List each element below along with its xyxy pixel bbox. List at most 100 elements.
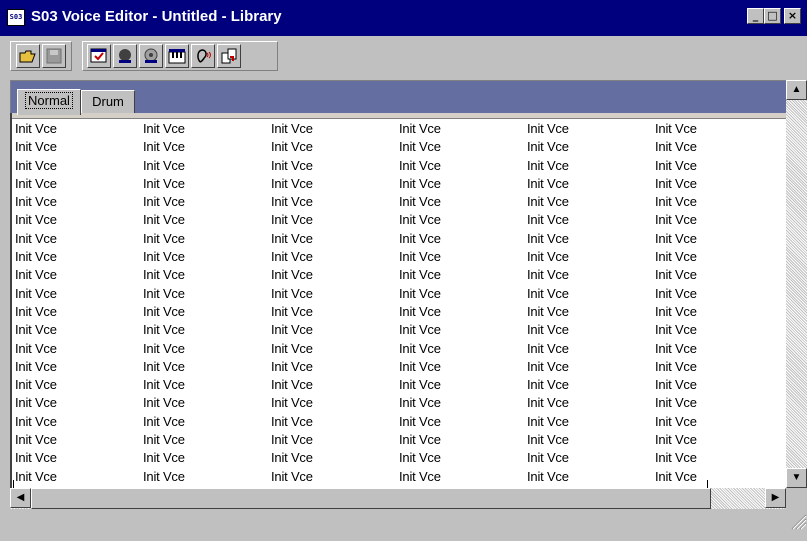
voice-item[interactable]: Init Vce	[271, 248, 399, 266]
voice-item[interactable]: Init Vce	[143, 413, 271, 431]
save-button[interactable]	[42, 44, 66, 68]
voice-item[interactable]: Init Vce	[399, 431, 527, 449]
voice-library-list[interactable]: Init Vce Init Vce Init Vce Init Vce Init Vce…	[10, 113, 786, 488]
maximize-button[interactable]: □	[764, 8, 781, 24]
voice-item[interactable]: Init Vce	[271, 120, 399, 138]
edit-button[interactable]	[87, 44, 111, 68]
minimize-button[interactable]: _	[747, 8, 764, 24]
voice-item[interactable]: Init Vce	[527, 431, 655, 449]
tab-normal[interactable]: Normal	[17, 89, 81, 115]
voice-item[interactable]: Init Vce	[655, 449, 783, 467]
voice-item[interactable]: Init Vce	[15, 394, 143, 412]
voice-item[interactable]: Init Vce	[527, 138, 655, 156]
voice-item[interactable]: Init Vce	[655, 248, 783, 266]
voice-item[interactable]: Init Vce	[655, 266, 783, 284]
keyboard-button[interactable]	[165, 44, 189, 68]
voice-item[interactable]: Init Vce	[143, 358, 271, 376]
voice-item[interactable]: Init Vce	[143, 340, 271, 358]
voice-item[interactable]: Init Vce	[655, 468, 783, 486]
voice-item[interactable]: Init Vce	[271, 340, 399, 358]
voice-item[interactable]: Init Vce	[271, 285, 399, 303]
voice-item[interactable]: Init Vce	[143, 230, 271, 248]
voice-item[interactable]: Init Vce	[527, 321, 655, 339]
voice-item[interactable]: Init Vce	[527, 449, 655, 467]
voice-item[interactable]: Init Vce	[655, 175, 783, 193]
voice-item[interactable]: Init Vce	[399, 157, 527, 175]
voice-item[interactable]: Init Vce	[271, 193, 399, 211]
voice-item[interactable]: Init Vce	[143, 394, 271, 412]
voice-item[interactable]: Init Vce	[143, 193, 271, 211]
voice-item[interactable]: Init Vce	[143, 285, 271, 303]
voice-item[interactable]: Init Vce	[399, 413, 527, 431]
voice-item[interactable]: Init Vce	[143, 303, 271, 321]
title-bar[interactable]: S03 S03 Voice Editor - Untitled - Librar…	[0, 0, 807, 36]
voice-item[interactable]: Init Vce	[143, 266, 271, 284]
audition-button[interactable]	[191, 44, 215, 68]
voice-item[interactable]: Init Vce	[655, 376, 783, 394]
voice-item[interactable]: Init Vce	[655, 340, 783, 358]
scroll-up-button[interactable]: ▲	[786, 80, 807, 100]
voice-item[interactable]: Init Vce	[271, 230, 399, 248]
voice-item[interactable]: Init Vce	[15, 431, 143, 449]
voice-item[interactable]: Init Vce	[15, 175, 143, 193]
voice-item[interactable]: Init Vce	[143, 138, 271, 156]
voice-item[interactable]: Init Vce	[399, 138, 527, 156]
voice-item[interactable]: Init Vce	[655, 138, 783, 156]
voice-item[interactable]: Init Vce	[15, 138, 143, 156]
transfer-button[interactable]	[217, 44, 241, 68]
voice-item[interactable]: Init Vce	[271, 431, 399, 449]
voice-item[interactable]: Init Vce	[143, 449, 271, 467]
voice-item[interactable]: Init Vce	[527, 303, 655, 321]
voice-item[interactable]: Init Vce	[527, 230, 655, 248]
voice-item[interactable]: Init Vce	[15, 449, 143, 467]
voice-item[interactable]: Init Vce	[271, 157, 399, 175]
voice-item[interactable]: Init Vce	[527, 193, 655, 211]
voice-item[interactable]: Init Vce	[143, 211, 271, 229]
voice-item[interactable]: Init Vce	[271, 468, 399, 486]
voice-item[interactable]: Init Vce	[527, 413, 655, 431]
voice-item[interactable]: Init Vce	[399, 248, 527, 266]
voice-item[interactable]: Init Vce	[527, 248, 655, 266]
voice-item[interactable]: Init Vce	[271, 394, 399, 412]
voice-item[interactable]: Init Vce	[143, 468, 271, 486]
voice-item[interactable]: Init Vce	[655, 303, 783, 321]
voice-item[interactable]: Init Vce	[15, 468, 143, 486]
resize-grip[interactable]	[786, 509, 807, 530]
voice-item[interactable]: Init Vce	[15, 120, 143, 138]
voice-item[interactable]: Init Vce	[15, 340, 143, 358]
voice-item[interactable]: Init Vce	[399, 321, 527, 339]
voice-item[interactable]: Init Vce	[271, 321, 399, 339]
voice-item[interactable]: Init Vce	[655, 120, 783, 138]
voice-item[interactable]: Init Vce	[527, 266, 655, 284]
voice-item[interactable]: Init Vce	[527, 175, 655, 193]
voice-item[interactable]: Init Vce	[399, 120, 527, 138]
voice-item[interactable]: Init Vce	[655, 321, 783, 339]
voice-item[interactable]: Init Vce	[527, 358, 655, 376]
voice-item[interactable]: Init Vce	[15, 266, 143, 284]
voice-item[interactable]: Init Vce	[399, 303, 527, 321]
voice-item[interactable]: Init Vce	[15, 321, 143, 339]
voice-item[interactable]: Init Vce	[271, 413, 399, 431]
voice-item[interactable]: Init Vce	[143, 376, 271, 394]
app-icon[interactable]: S03	[7, 9, 25, 26]
voice-item[interactable]: Init Vce	[399, 211, 527, 229]
voice-item[interactable]: Init Vce	[527, 211, 655, 229]
voice-item[interactable]: Init Vce	[527, 285, 655, 303]
voice-item[interactable]: Init Vce	[15, 157, 143, 175]
voice-item[interactable]: Init Vce	[15, 285, 143, 303]
voice-item[interactable]: Init Vce	[15, 413, 143, 431]
voice-item[interactable]: Init Vce	[399, 266, 527, 284]
voice-item[interactable]: Init Vce	[655, 211, 783, 229]
scroll-down-button[interactable]: ▼	[786, 468, 807, 488]
voice-item[interactable]: Init Vce	[655, 193, 783, 211]
voice-item[interactable]: Init Vce	[399, 358, 527, 376]
voice-item[interactable]: Init Vce	[143, 321, 271, 339]
tab-drum[interactable]: Drum	[81, 90, 135, 113]
voice-item[interactable]: Init Vce	[143, 120, 271, 138]
voice-item[interactable]: Init Vce	[655, 285, 783, 303]
voice-item[interactable]: Init Vce	[15, 303, 143, 321]
voice-item[interactable]: Init Vce	[15, 230, 143, 248]
scroll-right-button[interactable]: ▶	[765, 488, 786, 508]
voice-item[interactable]: Init Vce	[655, 431, 783, 449]
record-button[interactable]	[113, 44, 137, 68]
